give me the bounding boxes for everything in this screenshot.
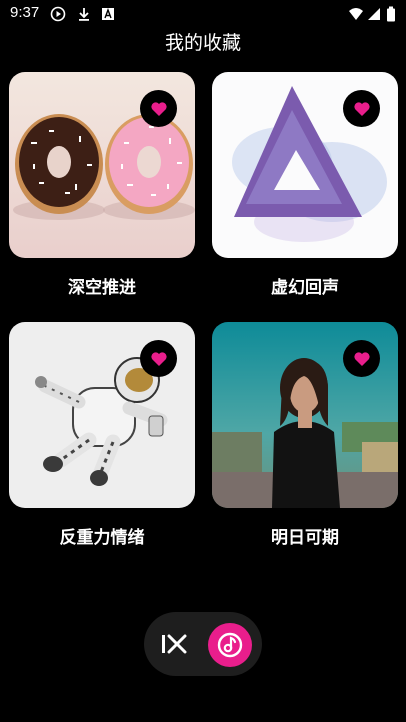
favorite-card-1-label: 深空推进 (68, 278, 136, 298)
page-title: 我的收藏 (164, 32, 241, 54)
close-icon[interactable] (160, 630, 190, 658)
music-icon (217, 632, 243, 658)
favorite-card-2-label: 虚幻回声 (271, 278, 339, 298)
favorite-card-3-label: 反重力情绪 (59, 528, 145, 548)
a-box-icon (102, 8, 114, 20)
favorite-card-4-label: 明日可期 (271, 528, 339, 548)
heart-icon (353, 351, 370, 366)
favorite-card-2[interactable] (212, 72, 398, 258)
bottom-nav (144, 612, 262, 676)
wifi-icon (349, 8, 363, 20)
favorite-heart-button[interactable] (140, 340, 177, 377)
signal-icon (368, 8, 380, 20)
heart-icon (150, 351, 167, 366)
download-icon (79, 8, 89, 21)
status-time: 9:37 (10, 4, 40, 21)
heart-icon (150, 101, 167, 116)
favorite-card-3[interactable] (9, 322, 195, 508)
play-circle-icon (50, 6, 66, 22)
favorite-heart-button[interactable] (343, 90, 380, 127)
status-bar: 9:37 (0, 0, 406, 28)
favorite-heart-button[interactable] (343, 340, 380, 377)
music-button[interactable] (208, 623, 252, 667)
favorite-card-4[interactable] (212, 322, 398, 508)
favorite-heart-button[interactable] (140, 90, 177, 127)
battery-icon (387, 6, 395, 22)
heart-icon (353, 101, 370, 116)
favorite-card-1[interactable] (9, 72, 195, 258)
